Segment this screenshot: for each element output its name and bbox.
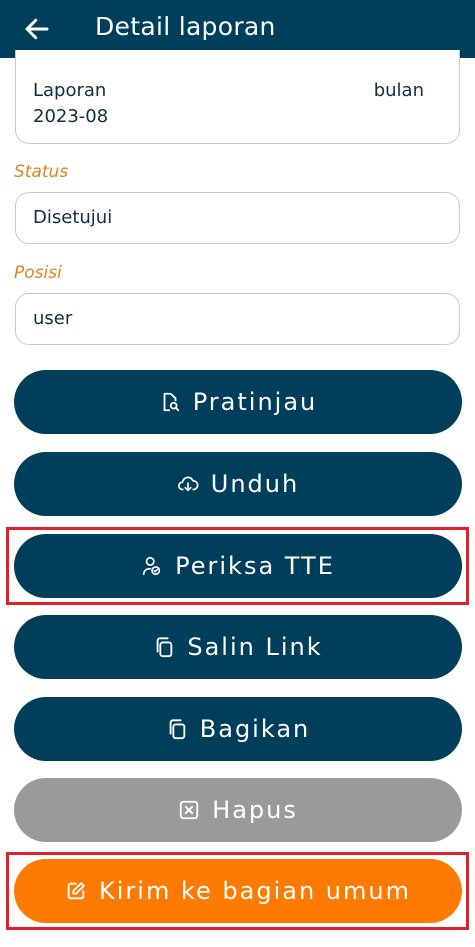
- preview-label: Pratinjau: [192, 388, 318, 416]
- status-label: Status: [14, 162, 69, 182]
- check-tte-button[interactable]: Periksa TTE: [14, 534, 462, 598]
- copy-link-label: Salin Link: [187, 633, 323, 661]
- check-tte-label: Periksa TTE: [175, 552, 335, 580]
- file-search-icon: [163, 392, 179, 412]
- delete-button[interactable]: Hapus: [14, 778, 462, 842]
- send-to-general-button[interactable]: Kirim ke bagian umum: [14, 859, 462, 923]
- copy-link-button[interactable]: Salin Link: [14, 615, 462, 679]
- preview-button[interactable]: Pratinjau: [14, 370, 462, 434]
- copy-icon: [169, 719, 186, 740]
- download-button[interactable]: Unduh: [14, 452, 462, 516]
- share-button[interactable]: Bagikan: [14, 697, 462, 761]
- copy-icon: [157, 637, 173, 658]
- edit-icon: [67, 882, 85, 900]
- share-label: Bagikan: [199, 715, 311, 743]
- close-box-icon: [179, 800, 199, 820]
- send-to-general-label: Kirim ke bagian umum: [99, 877, 411, 905]
- status-field: Disetujui: [15, 192, 460, 244]
- page-title: Detail laporan: [95, 12, 276, 41]
- user-check-icon: [143, 556, 161, 576]
- report-label: Laporan: [33, 80, 107, 101]
- report-unit-label: bulan: [373, 80, 424, 101]
- arrow-left-icon[interactable]: [22, 14, 52, 44]
- position-value: user: [33, 308, 73, 329]
- download-label: Unduh: [210, 470, 300, 498]
- position-field: user: [15, 293, 460, 345]
- cloud-download-icon: [177, 476, 199, 492]
- status-value: Disetujui: [33, 207, 113, 228]
- position-label: Posisi: [14, 263, 62, 283]
- report-period-value: 2023-08: [33, 106, 109, 127]
- delete-label: Hapus: [212, 796, 298, 824]
- report-period-field: Laporan bulan 2023-08: [15, 50, 460, 144]
